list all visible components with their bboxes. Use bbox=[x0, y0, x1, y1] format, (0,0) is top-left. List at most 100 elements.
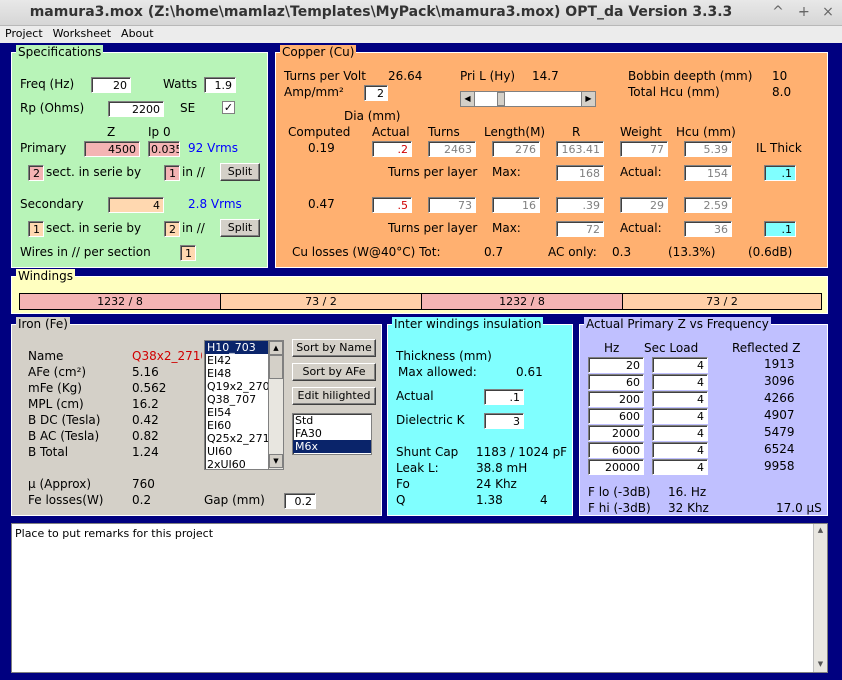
scroll-thumb[interactable] bbox=[269, 355, 283, 379]
afe-label: AFe (cm²) bbox=[28, 365, 87, 379]
gap-label: Gap (mm) bbox=[204, 493, 265, 507]
primary-sections-input[interactable]: 2 bbox=[28, 165, 44, 181]
edit-hilighted-button[interactable]: Edit hilighted bbox=[292, 387, 376, 405]
pril-slider[interactable]: ◀ ▶ bbox=[460, 91, 596, 107]
btotal-value: 1.24 bbox=[132, 445, 159, 459]
sec-load-input[interactable]: 4 bbox=[652, 442, 708, 458]
iron-name-label: Name bbox=[28, 349, 64, 363]
secondary-z-input[interactable]: 4 bbox=[108, 197, 164, 213]
primary-split-button[interactable]: Split bbox=[220, 163, 260, 181]
specifications-panel: Specifications Freq (Hz) 20 Watts 1.9 Rp… bbox=[11, 45, 268, 268]
primary-parallel-input[interactable]: 1 bbox=[164, 165, 180, 181]
iron-name-value: Q38x2_2710 bbox=[132, 349, 202, 363]
hz-input[interactable]: 2000 bbox=[588, 425, 644, 441]
hz-input[interactable]: 20 bbox=[588, 357, 644, 373]
secondary-tpl-label: Turns per layer bbox=[388, 221, 478, 235]
hz-input[interactable]: 20000 bbox=[588, 459, 644, 475]
shade-button[interactable]: ^ bbox=[770, 4, 786, 20]
hz-input[interactable]: 600 bbox=[588, 408, 644, 424]
remarks-scroll-down-icon[interactable]: ▼ bbox=[814, 658, 827, 671]
pril-value: 14.7 bbox=[532, 69, 559, 83]
winding-bar-2: 73 / 2 bbox=[220, 293, 422, 310]
secondary-il-input[interactable]: .1 bbox=[764, 221, 796, 237]
hz-input[interactable]: 60 bbox=[588, 374, 644, 390]
sec-load-input[interactable]: 4 bbox=[652, 391, 708, 407]
primary-il-input[interactable]: .1 bbox=[764, 165, 796, 181]
bdc-value: 0.42 bbox=[132, 413, 159, 427]
maximize-button[interactable]: + bbox=[796, 4, 812, 20]
hcu-total-value: 8.0 bbox=[772, 85, 792, 99]
sort-by-name-button[interactable]: Sort by Name bbox=[292, 339, 376, 357]
secondary-computed: 0.47 bbox=[308, 197, 335, 211]
mu-label: µ (Approx) bbox=[28, 477, 91, 491]
secondary-parallel-input[interactable]: 2 bbox=[164, 221, 180, 237]
hz-input[interactable]: 200 bbox=[588, 391, 644, 407]
se-checkbox[interactable]: ✓ bbox=[222, 101, 235, 114]
insul-actual-input[interactable]: .1 bbox=[484, 389, 524, 405]
sec-load-input[interactable]: 4 bbox=[652, 357, 708, 373]
zfreq-legend: Actual Primary Z vs Frequency bbox=[584, 317, 771, 331]
insulation-legend: Inter windings insulation bbox=[392, 317, 544, 331]
remarks-textarea[interactable]: Place to put remarks for this project ▲ … bbox=[11, 523, 828, 673]
dia-label: Dia (mm) bbox=[344, 109, 401, 123]
remarks-scroll-up-icon[interactable]: ▲ bbox=[814, 524, 827, 537]
scroll-down-icon[interactable]: ▼ bbox=[269, 454, 283, 468]
sec-load-input[interactable]: 4 bbox=[652, 459, 708, 475]
sec-load-input[interactable]: 4 bbox=[652, 408, 708, 424]
ac-label: AC only: bbox=[548, 245, 597, 259]
scroll-up-icon[interactable]: ▲ bbox=[269, 341, 283, 355]
menu-project[interactable]: Project bbox=[0, 26, 48, 40]
window-title: mamura3.mox (Z:\home\mamlaz\Templates\My… bbox=[29, 4, 733, 20]
material-item[interactable]: Std bbox=[293, 414, 371, 427]
dielectric-input[interactable]: 3 bbox=[484, 413, 524, 429]
remarks-scrollbar[interactable]: ▲ ▼ bbox=[813, 524, 827, 672]
primary-sect-text: sect. in serie by bbox=[46, 165, 142, 179]
material-list[interactable]: Std FA30 M6x bbox=[292, 413, 372, 455]
slider-right-icon[interactable]: ▶ bbox=[581, 92, 595, 106]
secondary-split-button[interactable]: Split bbox=[220, 219, 260, 237]
freq-input[interactable]: 20 bbox=[91, 77, 131, 93]
mu-value: 760 bbox=[132, 477, 155, 491]
copper-legend: Copper (Cu) bbox=[280, 45, 357, 59]
sec-load-input[interactable]: 4 bbox=[652, 425, 708, 441]
ip0-header: Ip 0 bbox=[148, 125, 171, 139]
close-button[interactable]: × bbox=[820, 4, 836, 20]
zfreq-panel: Actual Primary Z vs Frequency Hz Sec Loa… bbox=[579, 317, 828, 516]
core-list-scrollbar[interactable]: ▲ ▼ bbox=[268, 341, 283, 469]
watts-label: Watts bbox=[163, 77, 198, 91]
rp-input[interactable]: 2200 bbox=[108, 101, 164, 117]
menu-worksheet[interactable]: Worksheet bbox=[48, 26, 116, 40]
mpl-label: MPL (cm) bbox=[28, 397, 84, 411]
wires-input[interactable]: 1 bbox=[180, 245, 196, 261]
gap-input[interactable]: 0.2 bbox=[284, 493, 316, 509]
secondary-max-label: Max: bbox=[492, 221, 521, 235]
secondary-sections-input[interactable]: 1 bbox=[28, 221, 44, 237]
reflected-z-value: 9958 bbox=[764, 459, 795, 473]
fo-value: 24 Khz bbox=[476, 477, 517, 491]
insul-actual-label: Actual bbox=[396, 389, 434, 403]
fo-label: Fo bbox=[396, 477, 410, 491]
hz-input[interactable]: 6000 bbox=[588, 442, 644, 458]
slider-thumb[interactable] bbox=[497, 92, 505, 106]
watts-input[interactable]: 1.9 bbox=[204, 77, 236, 93]
ilthick-header: IL Thick bbox=[756, 141, 802, 155]
secondary-actual-tpl-field: 36 bbox=[684, 221, 732, 237]
reflected-z-value: 1913 bbox=[764, 357, 795, 371]
sec-load-input[interactable]: 4 bbox=[652, 374, 708, 390]
hcu-total-label: Total Hcu (mm) bbox=[628, 85, 720, 99]
length-header: Length(M) bbox=[484, 125, 546, 139]
q-value-2: 4 bbox=[540, 493, 548, 507]
slider-left-icon[interactable]: ◀ bbox=[461, 92, 475, 106]
amp-input[interactable]: 2 bbox=[364, 85, 388, 101]
secondary-actual-input[interactable]: .5 bbox=[372, 197, 412, 213]
sort-by-afe-button[interactable]: Sort by AFe bbox=[292, 363, 376, 381]
thickness-label: Thickness (mm) bbox=[396, 349, 492, 363]
material-item[interactable]: FA30 bbox=[293, 427, 371, 440]
primary-actual-input[interactable]: .2 bbox=[372, 141, 412, 157]
primary-actual-tpl-label: Actual: bbox=[620, 165, 662, 179]
hcu-header: Hcu (mm) bbox=[676, 125, 736, 139]
menu-about[interactable]: About bbox=[116, 26, 159, 40]
material-item[interactable]: M6x bbox=[293, 440, 371, 453]
remarks-text: Place to put remarks for this project bbox=[15, 527, 214, 540]
primary-z-input[interactable]: 4500 bbox=[84, 141, 140, 157]
